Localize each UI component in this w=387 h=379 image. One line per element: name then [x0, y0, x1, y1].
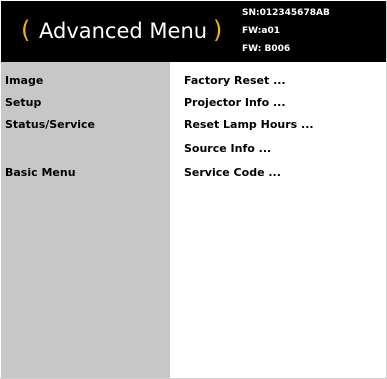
- menu-item-reset-lamp-hours[interactable]: Reset Lamp Hours ...: [184, 118, 314, 132]
- advanced-menu-window: ( Advanced Menu ) SN:012345678AB FW:a01 …: [0, 0, 387, 379]
- menu-header: ( Advanced Menu ) SN:012345678AB FW:a01 …: [1, 1, 386, 62]
- sidebar-item-status-service[interactable]: Status/Service: [5, 118, 95, 132]
- menu-item-service-code[interactable]: Service Code ...: [184, 166, 281, 180]
- menu-item-source-info[interactable]: Source Info ...: [184, 142, 271, 156]
- sidebar-item-basic-menu[interactable]: Basic Menu: [5, 166, 76, 180]
- firmware-b: FW: B006: [242, 44, 291, 54]
- menu-item-factory-reset[interactable]: Factory Reset ...: [184, 74, 286, 88]
- firmware-a: FW:a01: [242, 26, 280, 36]
- menu-title: Advanced Menu: [39, 19, 208, 43]
- serial-number: SN:012345678AB: [242, 8, 330, 18]
- sidebar-item-image[interactable]: Image: [5, 74, 43, 88]
- sidebar-item-setup[interactable]: Setup: [5, 96, 41, 110]
- title-paren-left: (: [21, 16, 31, 44]
- menu-item-projector-info[interactable]: Projector Info ...: [184, 96, 286, 110]
- title-paren-right: ): [213, 16, 223, 44]
